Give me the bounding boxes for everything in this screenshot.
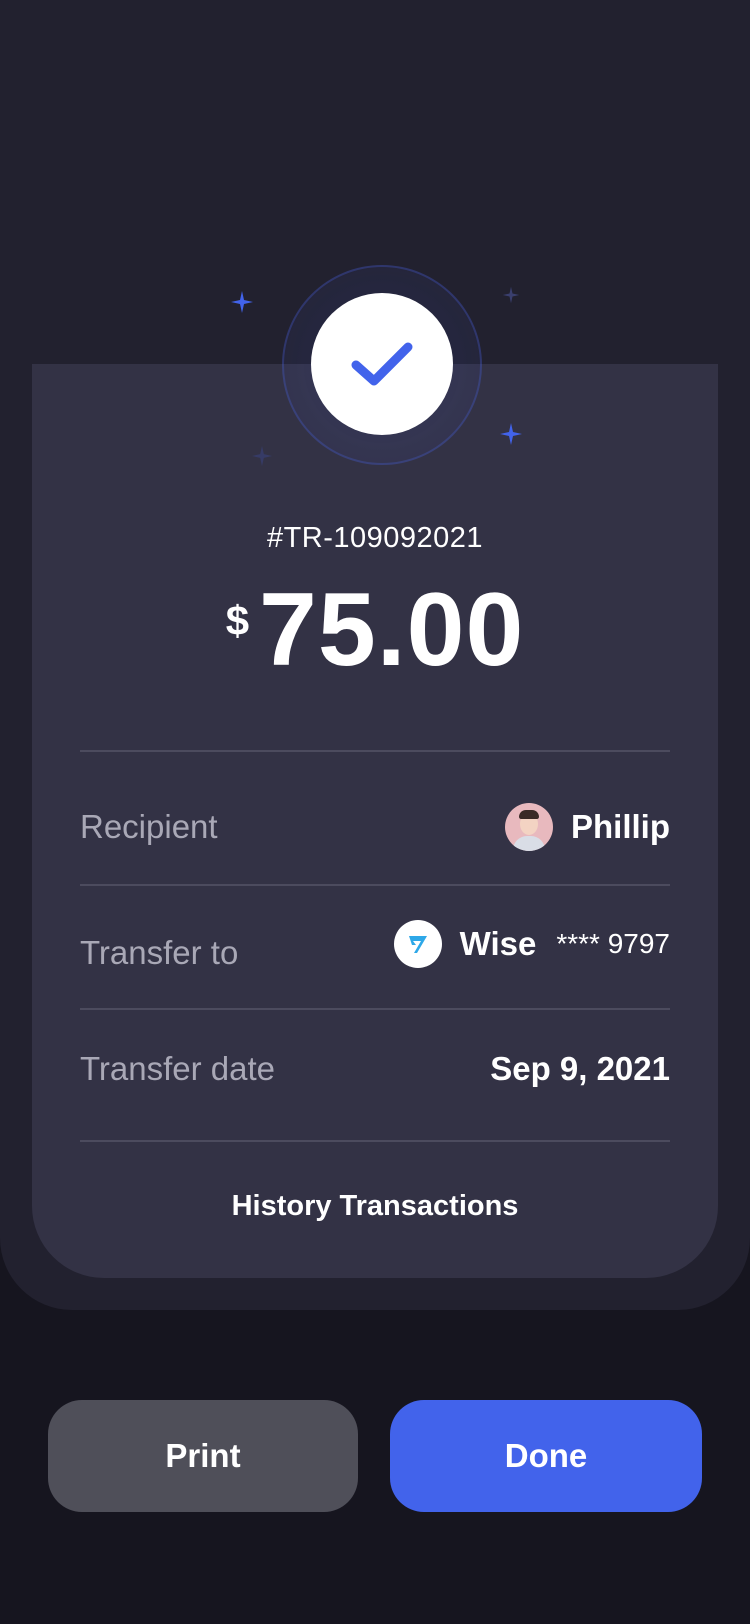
transaction-amount: $75.00: [0, 578, 750, 682]
print-button[interactable]: Print: [48, 1400, 358, 1512]
transfer-to-label: Transfer to: [80, 934, 239, 971]
currency-symbol: $: [225, 597, 250, 644]
divider: [80, 750, 670, 752]
done-button[interactable]: Done: [390, 1400, 702, 1512]
divider: [80, 884, 670, 886]
transfer-to-value: Wise **** 9797: [393, 920, 670, 968]
transfer-date-value: Sep 9, 2021: [490, 1050, 670, 1087]
sparkle-icon: [502, 286, 520, 304]
divider: [80, 1140, 670, 1142]
sparkle-icon: [231, 291, 253, 313]
recipient-label: Recipient: [80, 808, 218, 845]
transaction-id: #TR-109092021: [266, 522, 484, 554]
bank-name: Wise: [459, 925, 537, 962]
history-transactions-link[interactable]: History Transactions: [0, 1190, 750, 1223]
amount-value: 75.00: [259, 572, 525, 688]
wise-logo-icon: [393, 920, 442, 968]
avatar: [505, 803, 553, 851]
recipient-value: Phillip: [505, 803, 670, 851]
divider: [80, 1008, 670, 1010]
recipient-name: Phillip: [571, 808, 670, 845]
sparkle-icon: [251, 445, 273, 467]
checkmark-icon: [351, 342, 413, 386]
sparkle-icon: [500, 423, 522, 445]
transfer-date-label: Transfer date: [80, 1050, 276, 1087]
account-number: **** 9797: [556, 928, 670, 959]
success-badge: [311, 293, 453, 435]
